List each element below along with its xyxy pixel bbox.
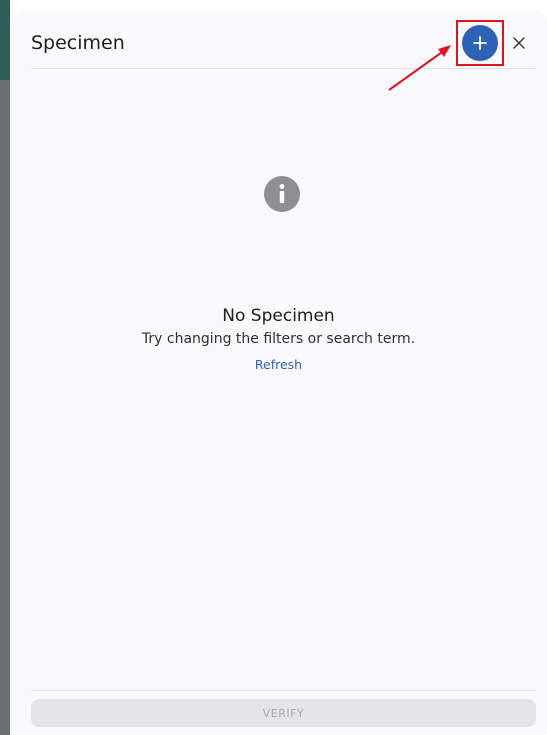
close-button[interactable] bbox=[509, 32, 529, 54]
panel-header: Specimen bbox=[10, 10, 547, 70]
background-edge bbox=[0, 0, 10, 735]
header-divider bbox=[31, 68, 536, 69]
empty-state-title: No Specimen bbox=[222, 306, 335, 326]
background-edge-accent bbox=[0, 0, 10, 80]
footer-divider bbox=[31, 690, 536, 691]
add-specimen-button[interactable] bbox=[462, 25, 498, 61]
empty-state-subtitle: Try changing the filters or search term. bbox=[141, 331, 416, 347]
verify-button[interactable]: VERIFY bbox=[31, 699, 536, 727]
panel-title: Specimen bbox=[31, 32, 125, 54]
info-icon bbox=[264, 176, 300, 212]
close-icon bbox=[513, 37, 525, 49]
refresh-link[interactable]: Refresh bbox=[10, 357, 547, 372]
specimen-panel: Specimen No Specimen Try changing the fi… bbox=[10, 10, 547, 735]
plus-icon bbox=[473, 36, 487, 50]
